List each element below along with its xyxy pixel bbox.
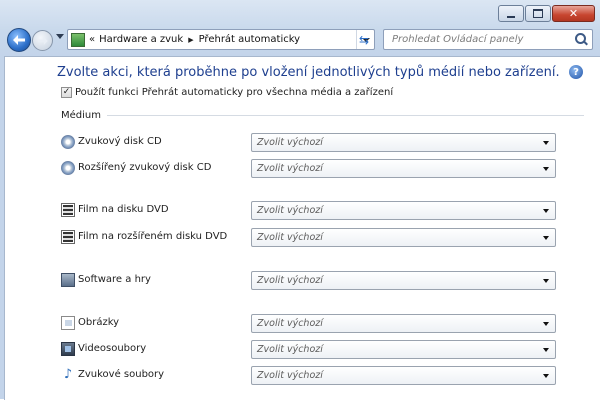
media-action-select[interactable]: Zvolit výchozí	[251, 201, 556, 220]
back-button[interactable]	[7, 28, 31, 52]
media-action-select[interactable]: Zvolit výchozí	[251, 228, 556, 247]
media-row-enhanced-dvd-movie: Film na rozšířeném disku DVD Zvolit vých…	[61, 228, 561, 247]
search-box[interactable]	[383, 29, 593, 50]
disc-icon	[61, 161, 75, 175]
media-section-header: Médium	[61, 110, 584, 121]
section-label: Médium	[61, 110, 101, 121]
minimize-button[interactable]	[498, 5, 524, 22]
media-row-audio-files: ♪ Zvukové soubory Zvolit výchozí	[61, 366, 561, 385]
select-value: Zvolit výchozí	[257, 163, 323, 174]
disc-icon	[61, 135, 75, 149]
breadcrumb-overflow[interactable]: «	[89, 34, 95, 45]
software-icon	[61, 273, 75, 287]
media-action-select[interactable]: Zvolit výchozí	[251, 366, 556, 385]
media-label: Videosoubory	[78, 343, 147, 354]
media-action-select[interactable]: Zvolit výchozí	[251, 271, 556, 290]
media-row-video-files: Videosoubory Zvolit výchozí	[61, 340, 561, 359]
autoplay-checkbox[interactable]: ✓	[61, 87, 72, 98]
film-icon	[61, 230, 75, 244]
section-divider	[107, 115, 584, 116]
select-value: Zvolit výchozí	[257, 318, 323, 329]
search-input[interactable]	[390, 33, 573, 46]
page-title: Zvolte akci, která proběhne po vložení j…	[57, 65, 560, 80]
media-row-dvd-movie: Film na disku DVD Zvolit výchozí	[61, 201, 561, 220]
media-row-software-games: Software a hry Zvolit výchozí	[61, 271, 561, 290]
select-value: Zvolit výchozí	[257, 275, 323, 286]
media-action-select[interactable]: Zvolit výchozí	[251, 159, 556, 178]
breadcrumb-hardware-and-sound[interactable]: Hardware a zvuk	[99, 34, 183, 45]
select-value: Zvolit výchozí	[257, 232, 323, 243]
refresh-icon: ⇆	[358, 32, 370, 47]
chevron-down-icon	[543, 236, 549, 240]
chevron-down-icon	[543, 141, 549, 145]
back-arrow-icon	[13, 35, 25, 45]
media-row-audio-cd: Zvukový disk CD Zvolit výchozí	[61, 133, 561, 152]
media-action-select[interactable]: Zvolit výchozí	[251, 314, 556, 333]
picture-icon	[61, 316, 75, 330]
media-label: Zvukový disk CD	[78, 136, 162, 147]
autoplay-checkbox-row[interactable]: ✓ Použít funkci Přehrát automaticky pro …	[61, 87, 393, 98]
media-label: Film na disku DVD	[78, 204, 169, 215]
media-row-enhanced-audio-cd: Rozšířený zvukový disk CD Zvolit výchozí	[61, 159, 561, 178]
close-button[interactable]: ✕	[552, 5, 595, 22]
media-label: Obrázky	[78, 317, 120, 328]
select-value: Zvolit výchozí	[257, 137, 323, 148]
media-label: Zvukové soubory	[78, 369, 165, 380]
autoplay-checkbox-label[interactable]: Použít funkci Přehrát automaticky pro vš…	[75, 87, 393, 98]
select-value: Zvolit výchozí	[257, 344, 323, 355]
breadcrumb-chevron-icon[interactable]: ▶	[188, 36, 193, 44]
chevron-down-icon	[543, 209, 549, 213]
audio-icon: ♪	[63, 367, 73, 382]
media-action-select[interactable]: Zvolit výchozí	[251, 340, 556, 359]
media-label: Rozšířený zvukový disk CD	[78, 162, 212, 173]
maximize-icon	[533, 9, 543, 18]
caption-buttons: ✕	[498, 5, 595, 22]
chevron-down-icon	[543, 322, 549, 326]
control-panel-icon	[71, 32, 85, 47]
maximize-button[interactable]	[525, 5, 551, 22]
media-row-pictures: Obrázky Zvolit výchozí	[61, 314, 561, 333]
chevron-down-icon	[543, 167, 549, 171]
address-bar[interactable]: « Hardware a zvuk ▶ Přehrát automaticky	[67, 29, 375, 50]
media-label: Software a hry	[78, 274, 151, 285]
search-icon[interactable]	[573, 32, 589, 48]
video-icon	[61, 342, 75, 356]
chevron-down-icon	[543, 348, 549, 352]
select-value: Zvolit výchozí	[257, 205, 323, 216]
media-action-select[interactable]: Zvolit výchozí	[251, 133, 556, 152]
close-icon: ✕	[568, 7, 579, 20]
breadcrumb-autoplay[interactable]: Přehrát automaticky	[199, 34, 301, 45]
media-label: Film na rozšířeném disku DVD	[78, 231, 228, 242]
navigation-bar: « Hardware a zvuk ▶ Přehrát automaticky …	[0, 26, 600, 54]
film-icon	[61, 203, 75, 217]
chevron-down-icon	[543, 374, 549, 378]
forward-button[interactable]	[32, 30, 53, 51]
forward-arrow-icon	[37, 36, 48, 45]
help-icon[interactable]: ?	[569, 65, 583, 79]
chevron-down-icon	[543, 279, 549, 283]
refresh-button[interactable]: ⇆	[353, 29, 375, 50]
select-value: Zvolit výchozí	[257, 370, 323, 381]
recent-pages-dropdown[interactable]	[56, 34, 64, 39]
minimize-icon	[507, 15, 515, 18]
